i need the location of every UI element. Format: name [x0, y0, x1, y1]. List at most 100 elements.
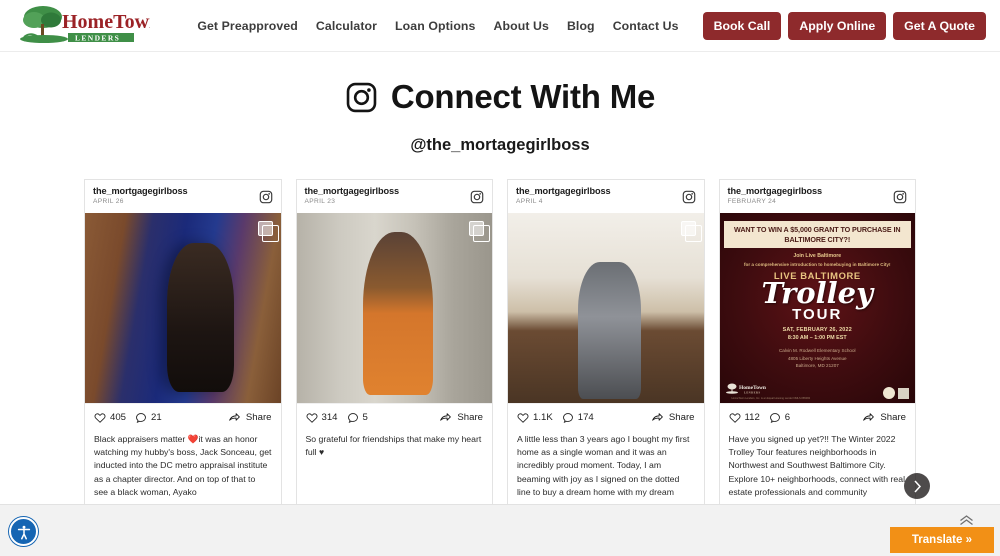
accessibility-button[interactable] — [9, 517, 38, 546]
post-engagement-bar: 405 21 Share — [85, 403, 281, 431]
multiple-photos-icon — [257, 221, 279, 242]
flyer-address-line1: 4805 Liberty Heights Avenue — [787, 355, 847, 361]
share-label: Share — [245, 412, 272, 423]
nav-link-calculator[interactable]: Calculator — [316, 19, 377, 33]
post-engagement-bar: 112 6 Share — [719, 403, 915, 431]
post-caption: A little less than 3 years ago I bought … — [517, 434, 690, 497]
like-count: 112 — [744, 412, 760, 423]
chevron-right-icon — [913, 479, 921, 493]
share-label: Share — [880, 412, 906, 423]
heart-icon — [729, 412, 740, 423]
instagram-post-card[interactable]: the_mortgagegirlboss APRIL 23 314 5 Shar… — [295, 179, 493, 513]
instagram-icon[interactable] — [893, 190, 907, 204]
share-button[interactable]: Share — [439, 411, 483, 424]
heart-icon — [306, 412, 317, 423]
comment-count: 5 — [362, 412, 368, 423]
share-label: Share — [457, 412, 483, 423]
heart-icon — [94, 412, 106, 423]
flyer-badges — [883, 387, 909, 399]
comment-stat[interactable]: 21 — [135, 412, 162, 424]
post-username: the_mortgagegirlboss — [516, 186, 611, 197]
comment-stat[interactable]: 174 — [562, 412, 594, 424]
post-engagement-bar: 1.1K 174 Share — [508, 403, 704, 431]
post-username: the_mortgagegirlboss — [727, 186, 823, 197]
like-stat[interactable]: 112 — [729, 412, 760, 424]
main-navigation: Get Preapproved Calculator Loan Options … — [197, 11, 986, 40]
share-icon — [652, 413, 663, 421]
post-image[interactable]: WANT TO WIN A $5,000 GRANT TO PURCHASE I… — [719, 213, 915, 403]
post-header: the_mortgagegirlboss APRIL 4 — [508, 180, 704, 213]
flyer-subtitle-2: for a comprehensive introduction to home… — [743, 262, 891, 268]
flyer-trolley-script: Trolley — [728, 279, 908, 308]
share-button[interactable]: Share — [862, 411, 906, 424]
post-date: APRIL 26 — [93, 197, 124, 205]
share-label: Share — [668, 412, 695, 423]
instagram-handle[interactable]: @the_mortagegirlboss — [0, 136, 1000, 155]
nav-link-get-preapproved[interactable]: Get Preapproved — [197, 19, 298, 33]
comment-icon — [136, 412, 146, 423]
flyer-footer: HomeTown LENDERS HomeTown Lenders, Inc. … — [725, 381, 909, 400]
post-author: the_mortgagegirlboss APRIL 26 — [93, 187, 188, 206]
flyer-subtitle-1: Join Live Baltimore — [793, 253, 842, 260]
section-title-text: Connect With Me — [390, 78, 656, 115]
like-stat[interactable]: 405 — [94, 412, 126, 424]
share-button[interactable]: Share — [651, 411, 695, 424]
post-header: the_mortgagegirlboss APRIL 23 — [297, 180, 493, 213]
translate-button[interactable]: Translate » — [889, 527, 994, 553]
post-author: the_mortgagegirlboss APRIL 4 — [516, 187, 611, 206]
post-author: the_mortgagegirlboss FEBRUARY 24 — [728, 187, 823, 206]
apply-online-button[interactable]: Apply Online — [788, 11, 887, 40]
chevron-up-icon — [960, 515, 973, 526]
nav-link-blog[interactable]: Blog — [567, 19, 595, 33]
share-icon — [229, 413, 240, 421]
flyer-address-line2: Baltimore, MD 21207 — [795, 363, 839, 369]
post-image[interactable] — [85, 213, 281, 403]
comment-icon — [562, 412, 573, 423]
carousel-next-button[interactable] — [904, 473, 930, 499]
nav-link-loan-options[interactable]: Loan Options — [395, 19, 475, 33]
post-header: the_mortgagegirlboss APRIL 26 — [85, 180, 281, 213]
post-author: the_mortgagegirlboss APRIL 23 — [305, 187, 400, 206]
nav-link-about-us[interactable]: About Us — [494, 19, 549, 33]
post-date: APRIL 4 — [516, 197, 543, 205]
instagram-post-card[interactable]: the_mortgagegirlboss FEBRUARY 24 WANT TO… — [718, 179, 916, 513]
multiple-photos-icon — [469, 221, 490, 242]
post-caption: So grateful for friendships that make my… — [305, 434, 482, 458]
instagram-post-card[interactable]: the_mortgagegirlboss APRIL 26 405 21 Sha… — [84, 179, 282, 513]
accessibility-icon — [15, 523, 32, 540]
multiple-photos-icon — [680, 221, 702, 242]
post-date: APRIL 23 — [304, 197, 336, 205]
like-stat[interactable]: 1.1K — [517, 412, 553, 424]
instagram-icon[interactable] — [259, 190, 273, 204]
instagram-icon[interactable] — [682, 190, 696, 204]
section-heading: Connect With Me — [0, 78, 1000, 116]
share-button[interactable]: Share — [228, 411, 272, 424]
equal-housing-badge-icon — [898, 387, 909, 399]
header-cta-group: Book Call Apply Online Get A Quote — [702, 11, 986, 40]
post-date: FEBRUARY 24 — [727, 197, 777, 205]
hometown-lenders-logo-icon: HomeTown LENDERS — [725, 383, 766, 395]
instagram-icon — [346, 82, 377, 112]
post-image[interactable] — [296, 213, 492, 403]
share-icon — [863, 413, 875, 421]
get-a-quote-button[interactable]: Get A Quote — [893, 11, 986, 40]
instagram-post-card[interactable]: the_mortgagegirlboss APRIL 4 1.1K 174 Sh… — [507, 179, 705, 513]
comment-count: 21 — [151, 412, 162, 423]
flyer-venue: Calvin M. Rodwell Elementary School — [778, 347, 856, 353]
instagram-feed: the_mortgagegirlboss APRIL 26 405 21 Sha… — [0, 155, 1000, 513]
svg-text:HomeTown: HomeTown — [62, 11, 150, 33]
live-baltimore-badge-icon — [883, 387, 895, 399]
site-logo[interactable]: HomeTown LENDERS — [18, 4, 150, 48]
comment-icon — [769, 412, 780, 423]
bottom-bar: Translate » — [0, 504, 1000, 556]
instagram-icon[interactable] — [470, 190, 484, 204]
book-call-button[interactable]: Book Call — [702, 11, 782, 40]
comment-stat[interactable]: 5 — [347, 412, 368, 424]
post-username: the_mortgagegirlboss — [93, 186, 188, 197]
flyer-disclaimer: HomeTown Lenders, Inc. is an Equal Housi… — [731, 397, 811, 400]
comment-stat[interactable]: 6 — [769, 412, 790, 424]
post-image[interactable] — [508, 213, 704, 403]
nav-link-contact-us[interactable]: Contact Us — [613, 19, 679, 33]
like-stat[interactable]: 314 — [306, 412, 338, 424]
comment-icon — [347, 412, 358, 423]
